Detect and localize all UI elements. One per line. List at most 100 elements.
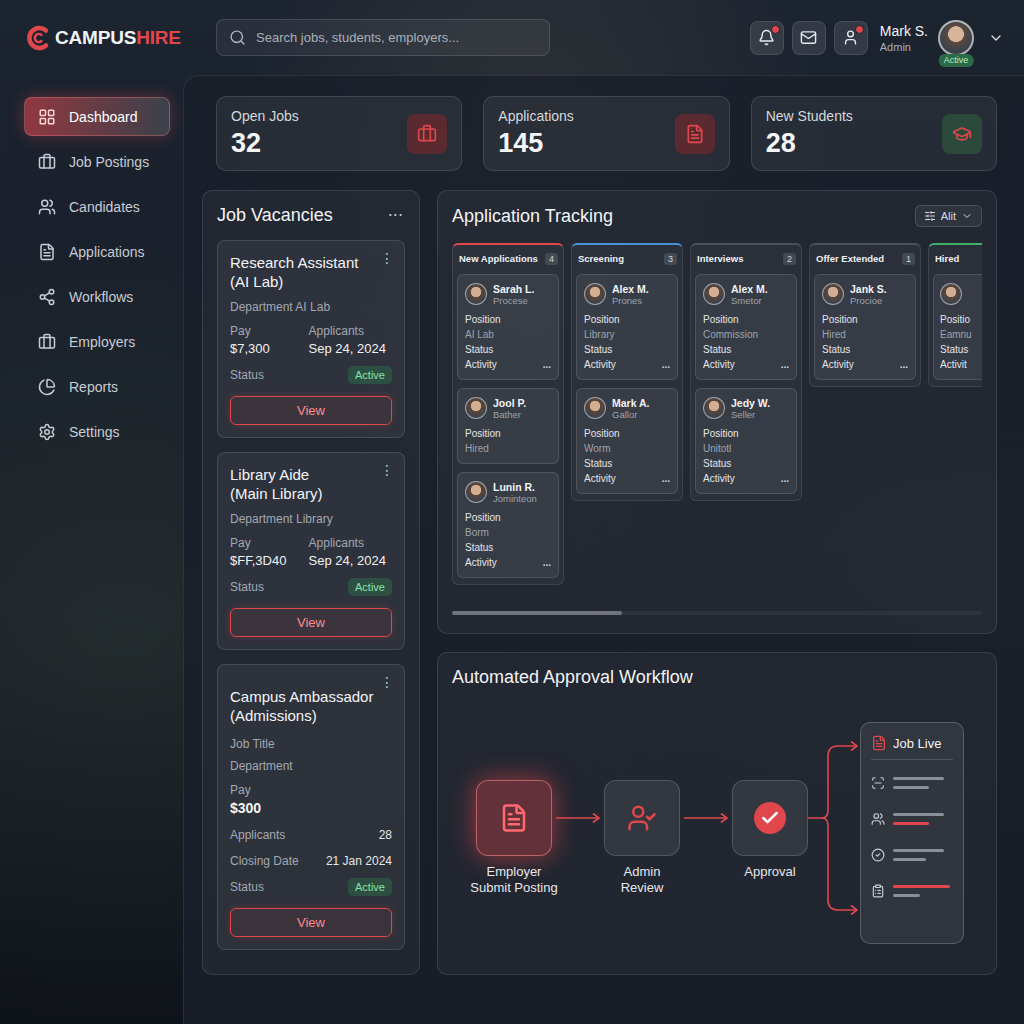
share-icon [38,288,56,306]
card-menu-button[interactable]: ... [781,357,789,372]
column-title: Screening [578,253,624,264]
candidate-card[interactable]: Alex M.SmetorPositionCommissionStatusAct… [695,274,797,380]
card-menu-button[interactable]: ... [662,471,670,486]
gear-icon [38,423,56,441]
search-box[interactable] [216,19,550,56]
stat-icon-tile [942,114,982,154]
candidate-card[interactable]: PositioEamnuStatusActivit [933,274,982,380]
user-menu-button[interactable] [988,30,1004,46]
candidate-detail: Positio [940,312,982,327]
job-department: Department Library [230,512,392,526]
job-card: ⋮Campus Ambassador(Admissions)Job TitleD… [217,664,405,950]
field-label: Applicants [309,324,392,338]
view-button[interactable]: View [230,608,392,637]
sidebar-item[interactable]: Workflows [24,277,170,316]
candidate-detail: Status [703,456,789,471]
candidate-detail: Commission [703,327,789,342]
placeholder-bar [893,777,944,780]
job-department: Department AI Lab [230,300,392,314]
sidebar-item[interactable]: Dashboard [24,97,170,136]
grid-icon [38,108,56,126]
job-menu-button[interactable]: ⋮ [378,674,396,690]
stat-card: New Students28 [751,96,997,171]
filter-button[interactable]: Alit [915,205,982,227]
candidate-name: Jank S. [850,283,887,295]
pie-chart-icon [38,378,56,396]
sidebar-item[interactable]: Settings [24,412,170,451]
job-title: Library Aide(Main Library) [230,465,392,503]
workflow-step[interactable]: Approval [732,780,808,880]
sidebar-item[interactable]: Employers [24,322,170,361]
user-menu[interactable]: Mark S.AdminActive [880,20,1004,56]
status-row: StatusActive [230,366,392,384]
candidate-avatar [822,283,844,305]
card-menu-button[interactable]: ... [543,555,551,570]
candidate-details: PositionCommissionStatusActivity... [703,312,789,372]
job-menu-button[interactable]: ⋮ [378,250,396,266]
logo[interactable]: CAMPUSHIRE [26,25,216,51]
approval-workflow-panel: Automated Approval WorkflowEmployerSubmi… [437,652,997,975]
candidate-role: Jominteon [493,493,537,504]
candidate-card[interactable]: Jank S.ProcioePositionHiredStatusActivit… [814,274,916,380]
scrollbar-thumb[interactable] [452,611,622,615]
view-button[interactable]: View [230,908,392,937]
sidebar-item[interactable]: Candidates [24,187,170,226]
job-vacancies-panel: Job Vacancies···⋮Research Assistant(AI L… [202,190,420,975]
user-role: Admin [880,41,928,53]
bell-button[interactable] [750,21,784,55]
candidate-role: Gallor [612,409,650,420]
candidate-avatar [465,397,487,419]
view-button[interactable]: View [230,396,392,425]
card-menu-button[interactable]: ... [900,357,908,372]
candidate-card[interactable]: Lunin R.JominteonPositionBormStatusActiv… [457,472,559,578]
candidate-detail: Position [822,312,908,327]
briefcase-icon [417,124,437,144]
candidate-card[interactable]: Mark A.GallorPositionWormStatusActivity.… [576,388,678,494]
user-button[interactable] [834,21,868,55]
document-icon [499,803,529,833]
chevron-down-icon [961,210,973,222]
card-menu-button[interactable]: ... [543,357,551,372]
field-label: Pay [230,783,392,797]
field-label: Status [230,580,264,594]
dashboard: Open Jobs32Applications145New Students28… [183,75,1024,1024]
card-menu-button[interactable]: ... [662,357,670,372]
candidate-details: PositionUnitotlStatusActivity... [703,426,789,486]
field-label: Job Title [230,737,392,751]
candidate-detail: Position [465,312,551,327]
field-value: 21 Jan 2024 [326,854,392,868]
field-label: Status [230,368,264,382]
logo-text: CAMPUS [55,27,136,48]
panel-menu-button[interactable]: ··· [386,206,405,225]
candidate-role: Prones [612,295,649,306]
candidate-detail: Hired [822,327,908,342]
candidate-card[interactable]: Alex M.PronesPositionLibraryStatusActivi… [576,274,678,380]
mail-button[interactable] [792,21,826,55]
candidate-detail: Activity... [822,357,908,372]
card-menu-button[interactable]: ... [781,471,789,486]
filter-icon [924,210,936,222]
placeholder-bar [893,858,926,861]
stat-label: Applications [498,108,574,124]
sidebar-item[interactable]: Job Postings [24,142,170,181]
workflow-step[interactable]: AdminReview [604,780,680,896]
candidate-detail: Activity... [465,555,551,570]
search-input[interactable] [254,29,537,46]
candidate-card[interactable]: Jool P.BatherPositionHired [457,388,559,464]
candidate-header: Sarah L.Procese [465,282,551,306]
document-icon [871,735,887,751]
job-menu-button[interactable]: ⋮ [378,462,396,478]
candidate-card[interactable]: Jedy W.SellerPositionUnitotlStatusActivi… [695,388,797,494]
notification-dot [855,25,864,34]
stat-icon-tile [675,114,715,154]
workflow-step[interactable]: EmployerSubmit Posting [476,780,552,896]
kanban-board: New Applications4Sarah L.ProcesePosition… [452,243,982,585]
notification-dot [771,25,780,34]
candidate-avatar [703,283,725,305]
horizontal-scrollbar[interactable] [452,611,982,615]
logo-icon [26,25,52,51]
sidebar-item[interactable]: Applications [24,232,170,271]
candidate-card[interactable]: Sarah L.ProcesePositionAI LabStatusActiv… [457,274,559,380]
document-icon [685,124,705,144]
sidebar-item[interactable]: Reports [24,367,170,406]
